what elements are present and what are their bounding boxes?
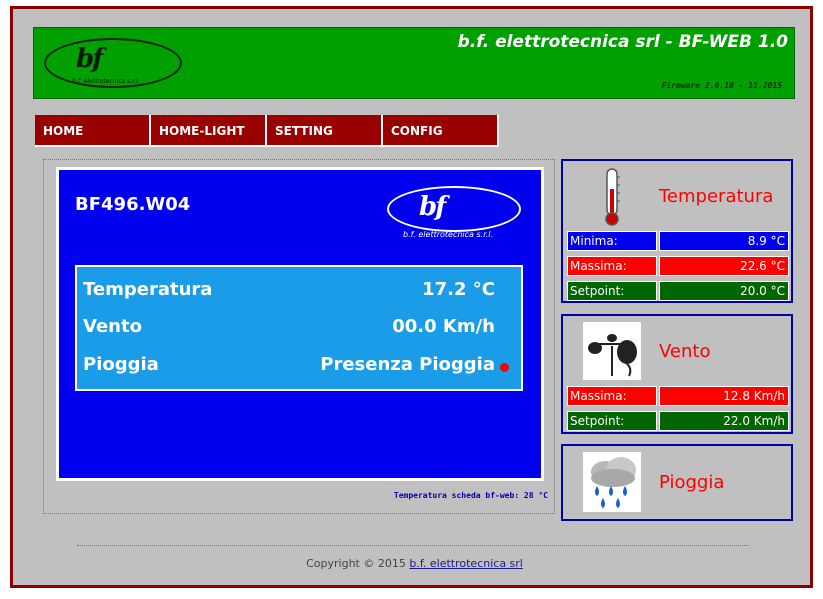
reading-pioggia: Pioggia Presenza Pioggia: [83, 354, 509, 384]
vento-massima-row: Massima: 12.8 Km/h: [567, 386, 789, 406]
temperatura-card: Temperatura Minima: 8.9 °C Massima: 22.6…: [561, 159, 793, 303]
logo-mark: bf: [76, 44, 103, 74]
temperatura-massima-row: Massima: 22.6 °C: [567, 256, 789, 276]
reading-label: Pioggia: [83, 354, 159, 375]
temperatura-setpoint-row: Setpoint: 20.0 °C: [567, 281, 789, 301]
header-banner: bf b.f. elettrotecnica s.r.l. b.f. elett…: [33, 27, 795, 99]
copyright-link[interactable]: b.f. elettrotecnica srl: [409, 557, 523, 570]
stat-label: Massima:: [567, 386, 657, 406]
stat-value: 22.0 Km/h: [659, 411, 789, 431]
copyright: Copyright © 2015 b.f. elettrotecnica srl: [13, 557, 816, 570]
readings-box: Temperatura 17.2 °C Vento 00.0 Km/h Piog…: [75, 265, 523, 391]
reading-temperatura: Temperatura 17.2 °C: [83, 279, 495, 309]
reading-vento: Vento 00.0 Km/h: [83, 316, 495, 346]
nav-setting[interactable]: SETTING: [267, 115, 383, 147]
stat-label: Setpoint:: [567, 281, 657, 301]
display-logo-mark: bf: [419, 192, 446, 222]
stat-label: Minima:: [567, 231, 657, 251]
reading-value: 17.2 °C: [422, 279, 495, 300]
thermometer-icon: [583, 167, 641, 227]
display-logo: bf b.f. elettrotecnica s.r.l.: [387, 186, 521, 242]
display-logo-subtitle: b.f. elettrotecnica s.r.l.: [403, 230, 494, 239]
device-name: BF496.W04: [75, 194, 191, 215]
stat-value: 20.0 °C: [659, 281, 789, 301]
temperatura-minima-row: Minima: 8.9 °C: [567, 231, 789, 251]
vento-title: Vento: [659, 341, 711, 362]
stat-value: 8.9 °C: [659, 231, 789, 251]
rain-indicator-icon: [500, 363, 509, 372]
rain-cloud-icon: [583, 452, 641, 512]
stat-label: Setpoint:: [567, 411, 657, 431]
company-logo: bf b.f. elettrotecnica s.r.l.: [44, 38, 182, 88]
reading-value: Presenza Pioggia: [320, 354, 495, 375]
header-title: b.f. elettrotecnica srl - BF-WEB 1.0: [457, 32, 788, 52]
status-display: BF496.W04 bf b.f. elettrotecnica s.r.l. …: [56, 167, 544, 481]
reading-value: 00.0 Km/h: [392, 316, 495, 337]
anemometer-icon: [583, 322, 641, 380]
board-temperature: Temperatura scheda bf-web: 28 °C: [393, 491, 548, 500]
pioggia-card: Pioggia: [561, 444, 793, 521]
display-logo-oval: bf: [387, 186, 521, 232]
reading-label: Vento: [83, 316, 142, 337]
vento-setpoint-row: Setpoint: 22.0 Km/h: [567, 411, 789, 431]
stat-value: 12.8 Km/h: [659, 386, 789, 406]
firmware-version: Firmware 2.0.10 - 11.2015: [661, 81, 782, 90]
stat-label: Massima:: [567, 256, 657, 276]
nav-config[interactable]: CONFIG: [383, 115, 499, 147]
reading-label: Temperatura: [83, 279, 213, 300]
copyright-text: Copyright © 2015: [306, 557, 410, 570]
page-frame: bf b.f. elettrotecnica s.r.l. b.f. elett…: [10, 6, 813, 588]
logo-subtitle: b.f. elettrotecnica s.r.l.: [72, 78, 140, 85]
vento-card: Vento Massima: 12.8 Km/h Setpoint: 22.0 …: [561, 314, 793, 434]
footer-divider: [77, 545, 749, 546]
stat-value: 22.6 °C: [659, 256, 789, 276]
pioggia-title: Pioggia: [659, 472, 725, 493]
nav-home-light[interactable]: HOME-LIGHT: [151, 115, 267, 147]
temperatura-title: Temperatura: [659, 186, 774, 207]
nav-home[interactable]: HOME: [35, 115, 151, 147]
main-panel: BF496.W04 bf b.f. elettrotecnica s.r.l. …: [43, 159, 555, 514]
